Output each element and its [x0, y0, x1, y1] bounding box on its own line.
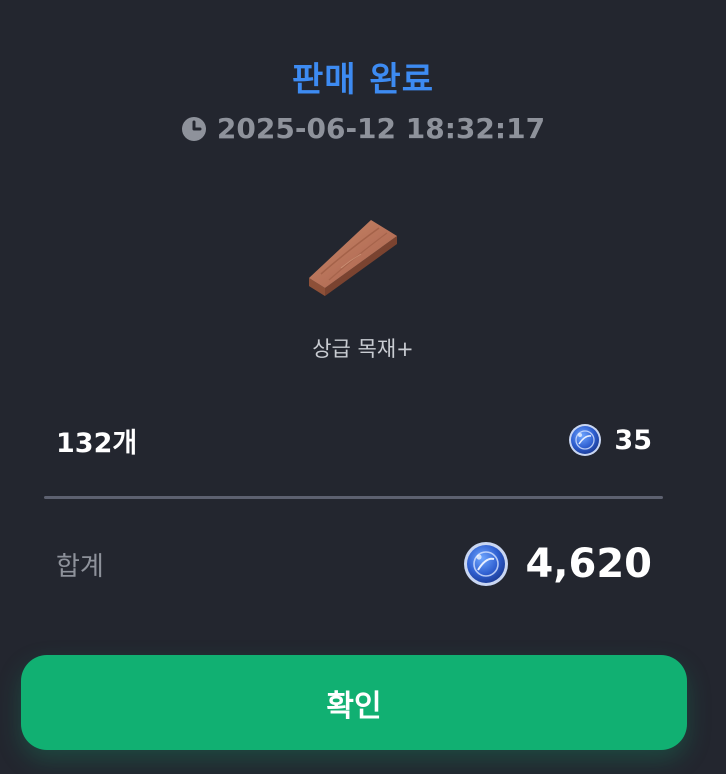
total-amount: 4,620	[463, 541, 652, 587]
confirm-button[interactable]: 확인	[21, 655, 687, 750]
blue-coin-icon	[463, 541, 509, 587]
unit-price: 35	[568, 423, 652, 457]
clock-icon	[181, 116, 207, 142]
unit-price-value: 35	[614, 424, 652, 456]
page-title: 판매 완료	[292, 60, 434, 100]
total-row: 합계 4,620	[56, 536, 652, 592]
item-name: 상급 목재+	[312, 337, 414, 361]
wooden-plank-icon	[301, 214, 401, 310]
blue-coin-icon	[568, 423, 602, 457]
quantity-row: 132개 35	[56, 418, 652, 462]
timestamp-text: 2025-06-12 18:32:17	[216, 112, 546, 145]
sale-timestamp: 2025-06-12 18:32:17	[0, 112, 726, 145]
total-label: 합계	[56, 551, 104, 582]
quantity-text: 132개	[56, 427, 138, 459]
divider	[44, 496, 663, 499]
total-value: 4,620	[525, 541, 652, 587]
